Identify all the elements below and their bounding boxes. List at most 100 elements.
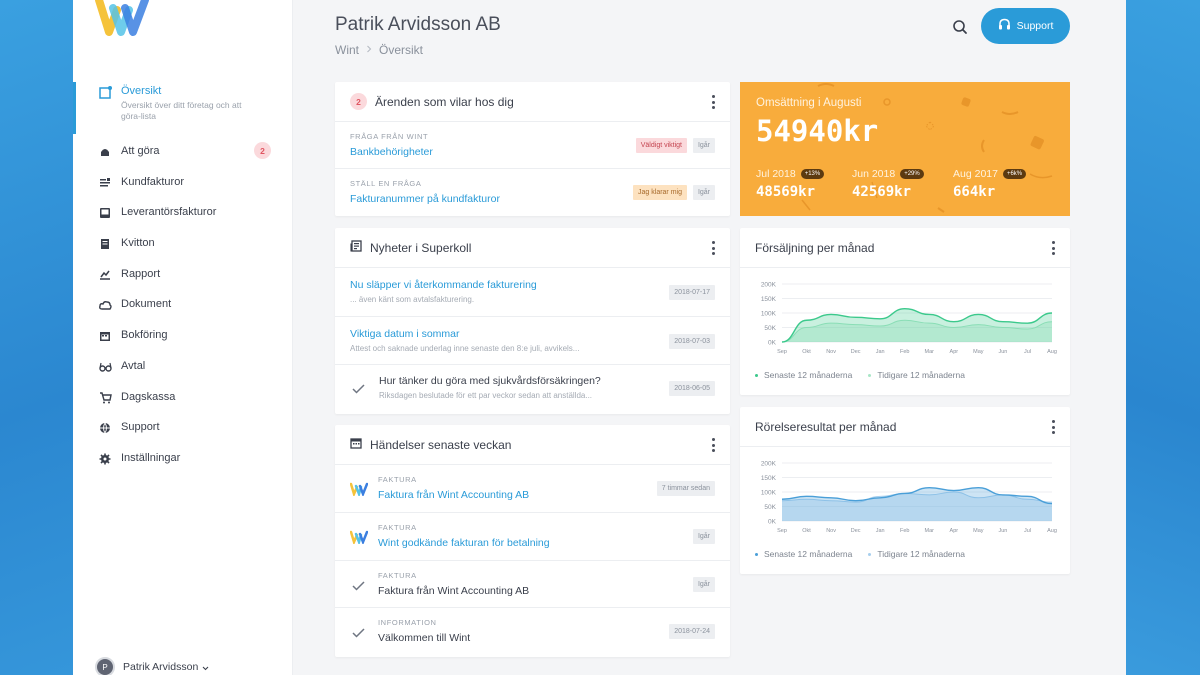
sidebar-item-label: Leverantörsfakturor [121, 206, 217, 219]
revenue-stat: Aug 2017 +6k% 664kr [953, 168, 1027, 200]
event-item[interactable]: Faktura Faktura från Wint Accounting AB … [335, 465, 730, 513]
x-tick-label: Jun [998, 528, 1007, 534]
result-chart-title: Rörelseresultat per månad [755, 419, 897, 434]
list-item[interactable]: Ställ en fråga Fakturanummer på kundfakt… [335, 169, 730, 216]
sidebar-item-label: Support [121, 421, 160, 434]
sidebar: Översikt Översikt över ditt företag och … [73, 0, 293, 675]
sidebar-item-label: Att göra [121, 145, 160, 157]
breadcrumb-item-wint[interactable]: Wint [335, 43, 359, 57]
legend-label: Tidigare 12 månaderna [877, 549, 965, 559]
check-icon [352, 625, 365, 643]
globe-icon [98, 421, 112, 435]
more-menu-icon[interactable] [1052, 241, 1056, 255]
stat-month: Aug 2017 [953, 168, 998, 180]
x-tick-label: Sep [777, 349, 787, 355]
avatar: P [95, 657, 115, 675]
revenue-value: 54940kr [756, 114, 879, 148]
sidebar-item-label: Inställningar [121, 451, 181, 464]
sidebar-item-label: Bokföring [121, 329, 168, 342]
event-item[interactable]: Faktura Faktura från Wint Accounting AB … [335, 561, 730, 608]
x-tick-label: May [973, 349, 984, 355]
sidebar-item-label: Kvitton [121, 237, 155, 250]
support-button-label: Support [1016, 20, 1054, 32]
sidebar-item-label: Kundfakturor [121, 175, 184, 188]
priority-badge: Väldigt viktigt [635, 138, 687, 153]
x-tick-label: Jan [876, 349, 885, 355]
legend-dot [868, 374, 872, 378]
date-badge: Igår [692, 138, 715, 153]
sidebar-item-support[interactable]: Support [73, 418, 293, 449]
sidebar-item-rapport[interactable]: Rapport [73, 265, 293, 296]
time-badge: 7 timmar sedan [656, 481, 715, 496]
event-title-link[interactable]: Wint godkände fakturan för betalning [378, 537, 715, 549]
support-button[interactable]: Support [981, 8, 1070, 44]
sales-chart-header: Försäljning per månad [740, 228, 1070, 268]
sidebar-item-oversikt[interactable]: Översikt Översikt över ditt företag och … [73, 82, 293, 134]
invoice-icon [98, 176, 112, 190]
more-menu-icon[interactable] [712, 95, 716, 109]
news-card-header: Nyheter i Superkoll [335, 228, 730, 268]
news-item[interactable]: Nu släpper vi återkommande fakturering .… [335, 268, 730, 317]
legend-item[interactable]: Senaste 12 månaderna [755, 370, 852, 380]
sidebar-item-kundfakturor[interactable]: Kundfakturor [73, 173, 293, 204]
sales-chart-card: Försäljning per månad 200K 150K 100K 50K 0K S… [740, 228, 1070, 395]
stat-value: 48569kr [756, 184, 816, 200]
date-badge: 2018-07-03 [669, 334, 715, 349]
wint-logo[interactable] [95, 0, 151, 43]
sidebar-item-avtal[interactable]: Avtal [73, 357, 293, 388]
revenue-stat: Jun 2018 +29% 42569kr [852, 168, 924, 200]
user-menu[interactable]: P Patrik Arvidsson [95, 657, 209, 675]
sidebar-item-subtitle: Översikt över ditt företag och att göra-… [121, 100, 242, 121]
result-chart: 200K 150K 100K 50K 0KSep Okt Nov Dec Jan Feb Mar Ap… [761, 461, 1057, 535]
news-item[interactable]: Viktiga datum i sommar Attest och saknad… [335, 317, 730, 365]
search-icon[interactable] [951, 18, 969, 36]
event-item[interactable]: Information Välkommen till Wint 2018-07-… [335, 608, 730, 655]
more-menu-icon[interactable] [1052, 420, 1056, 434]
todo-icon [98, 145, 112, 159]
sidebar-item-bokforing[interactable]: Bokföring [73, 326, 293, 357]
sidebar-item-leverantorsfakturor[interactable]: Leverantörsfakturor [73, 203, 293, 234]
event-title[interactable]: Välkommen till Wint [378, 632, 715, 644]
revenue-card: Omsättning i Augusti 54940kr Jul 2018 +13… [740, 82, 1070, 216]
sidebar-item-installningar[interactable]: Inställningar [73, 449, 293, 480]
list-item[interactable]: Fråga från Wint Bankbehörigheter Väldigt… [335, 122, 730, 169]
news-title[interactable]: Hur tänker du göra med sjukvårdsförsäkri… [379, 375, 715, 387]
news-title-link[interactable]: Nu släpper vi återkommande fakturering [350, 279, 715, 291]
x-tick-label: Dec [851, 349, 861, 355]
stat-month: Jun 2018 [852, 168, 896, 180]
legend-item[interactable]: Senaste 12 månaderna [755, 549, 852, 559]
sidebar-item-kvitton[interactable]: Kvitton [73, 234, 293, 265]
headset-icon [998, 18, 1011, 34]
tasks-card-title: Ärenden som vilar hos dig [375, 94, 514, 109]
news-card-title: Nyheter i Superkoll [370, 240, 472, 255]
x-tick-label: Apr [950, 349, 959, 355]
more-menu-icon[interactable] [712, 438, 716, 452]
breadcrumb-item-oversikt: Översikt [379, 43, 424, 57]
sidebar-item-dagskassa[interactable]: Dagskassa [73, 388, 293, 419]
more-menu-icon[interactable] [712, 241, 716, 255]
background-left [0, 0, 73, 675]
calendar-icon [98, 329, 112, 343]
date-badge: 2018-06-05 [669, 381, 715, 396]
check-icon [352, 381, 365, 399]
cloud-icon [98, 298, 112, 312]
event-title[interactable]: Faktura från Wint Accounting AB [378, 585, 715, 597]
legend-item[interactable]: Tidigare 12 månaderna [868, 549, 965, 559]
events-card: Händelser senaste veckan Faktura Faktura… [335, 425, 730, 657]
legend-item[interactable]: Tidigare 12 månaderna [868, 370, 965, 380]
app-window: Översikt Översikt över ditt företag och … [73, 0, 1126, 675]
event-item[interactable]: Faktura Wint godkände fakturan för betal… [335, 513, 730, 561]
check-icon [352, 578, 365, 596]
news-title-link[interactable]: Viktiga datum i sommar [350, 328, 715, 340]
background-right [1126, 0, 1200, 675]
sidebar-item-dokument[interactable]: Dokument [73, 295, 293, 326]
revenue-stat: Jul 2018 +13% 48569kr [756, 168, 825, 200]
sidebar-item-att-gora[interactable]: Att göra 2 [73, 142, 293, 173]
stat-percent-badge: +13% [800, 169, 825, 179]
news-item[interactable]: Hur tänker du göra med sjukvårdsförsäkri… [335, 365, 730, 413]
stat-value: 664kr [953, 184, 996, 200]
x-tick-label: Sep [777, 528, 787, 534]
legend-label: Senaste 12 månaderna [764, 370, 853, 380]
inbox-icon [98, 206, 112, 220]
result-chart-card: Rörelseresultat per månad 200K 150K 100K 50… [740, 407, 1070, 574]
